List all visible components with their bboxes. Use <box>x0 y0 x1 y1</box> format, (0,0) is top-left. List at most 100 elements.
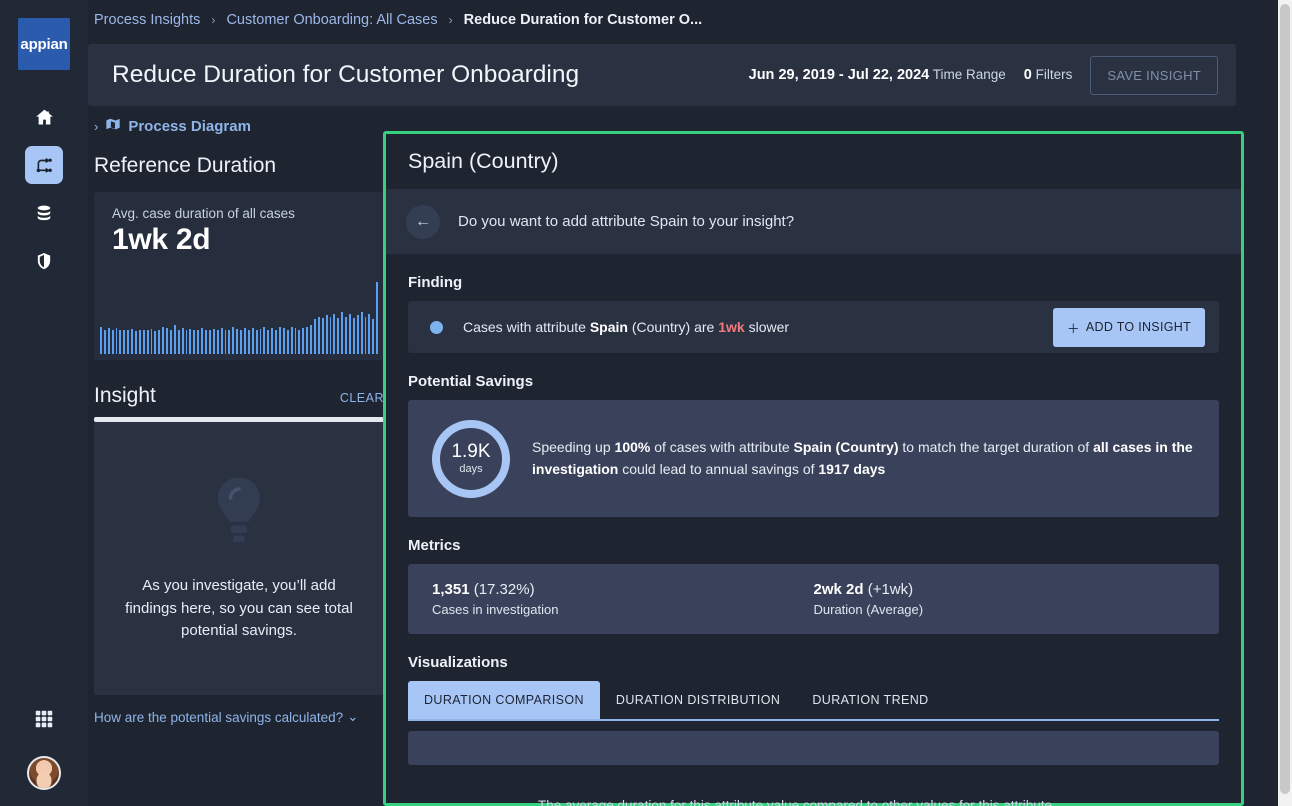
histogram-bar <box>349 313 351 354</box>
process-diagram-icon <box>105 116 121 136</box>
histogram-bar <box>100 326 102 354</box>
savings-b1: 100% <box>614 438 651 455</box>
savings-ring-value: 1.9K <box>451 440 491 462</box>
histogram-bar <box>302 328 305 354</box>
histogram-bar <box>232 326 235 354</box>
histogram-bar <box>306 326 309 354</box>
add-to-insight-label: ADD TO INSIGHT <box>1085 320 1191 334</box>
histogram-bar <box>271 328 274 354</box>
duration-histogram <box>100 282 379 354</box>
histogram-bar <box>325 315 328 354</box>
chevron-down-icon: ⌄ <box>347 709 359 724</box>
detail-body: Finding Cases with attribute Spain (Coun… <box>386 274 1241 765</box>
appian-logo[interactable]: appian <box>18 18 70 70</box>
histogram-bar <box>185 330 188 354</box>
histogram-bar <box>181 328 184 354</box>
histogram-bar <box>282 328 285 354</box>
histogram-bar <box>236 328 239 354</box>
histogram-bar <box>123 329 126 354</box>
avatar[interactable] <box>27 756 61 790</box>
detail-header: Spain (Country) <box>386 134 1241 189</box>
savings-b2: Spain (Country) <box>793 438 899 455</box>
plus-icon: ＋ <box>1067 321 1080 336</box>
app-root: appian Process Insights › Customer Onboa… <box>0 0 1292 806</box>
add-to-insight-button[interactable]: ＋ ADD TO INSIGHT <box>1053 307 1205 347</box>
histogram-bar <box>259 328 262 354</box>
histogram-bar <box>166 328 169 354</box>
histogram-bar <box>103 329 106 354</box>
histogram-bar <box>228 330 231 354</box>
histogram-bar <box>321 318 324 354</box>
clear-insight-button[interactable]: CLEAR <box>340 391 384 405</box>
histogram-bar <box>275 330 277 354</box>
histogram-bar <box>243 328 246 354</box>
histogram-bar <box>278 326 281 354</box>
tab-duration-distribution[interactable]: DURATION DISTRIBUTION <box>600 681 796 719</box>
savings-p2: of cases with attribute <box>650 438 794 455</box>
attribute-detail-panel: Spain (Country) ← Do you want to add att… <box>383 131 1244 806</box>
histogram-bar <box>368 313 371 354</box>
histogram-bar <box>341 312 344 354</box>
savings-p4: could lead to annual savings of <box>618 460 819 477</box>
insight-empty-text: As you investigate, you’ll add findings … <box>125 577 353 640</box>
left-nav-rail: appian <box>0 0 88 806</box>
breadcrumb-separator-icon: › <box>211 13 216 27</box>
back-arrow-icon[interactable]: ← <box>406 204 440 239</box>
page-scrollbar-thumb[interactable] <box>1280 4 1290 794</box>
histogram-bar <box>356 315 359 354</box>
rail-icon-list <box>25 98 63 280</box>
visualization-caption: The average duration for this attribute … <box>538 798 1053 806</box>
histogram-bar <box>193 329 196 354</box>
reference-duration-label: Avg. case duration of all cases <box>112 206 295 221</box>
insight-header: Insight CLEAR <box>94 384 384 408</box>
tab-duration-comparison[interactable]: DURATION COMPARISON <box>408 681 600 719</box>
breadcrumb-item-customer-onboarding[interactable]: Customer Onboarding: All Cases <box>226 12 437 28</box>
filters-control[interactable]: 0 Filters <box>1024 67 1073 83</box>
database-icon[interactable] <box>25 194 63 232</box>
histogram-bar <box>263 326 266 354</box>
metric-cases-label: Cases in investigation <box>432 602 559 617</box>
tab-duration-trend[interactable]: DURATION TREND <box>796 681 944 719</box>
finding-bullet-icon <box>430 320 443 334</box>
lightbulb-icon <box>209 474 269 551</box>
histogram-bar <box>212 328 215 354</box>
home-icon[interactable] <box>25 98 63 136</box>
time-range-label: Time Range <box>932 67 1006 82</box>
histogram-bar <box>337 318 340 354</box>
savings-calculation-link-label: How are the potential savings calculated… <box>94 709 344 725</box>
histogram-bar <box>150 328 153 354</box>
histogram-bar <box>313 319 316 354</box>
finding-suffix: slower <box>744 319 790 335</box>
process-diagram-toggle[interactable]: › Process Diagram <box>94 116 384 136</box>
histogram-bar <box>364 316 367 354</box>
savings-p3: to match the target duration of <box>898 438 1094 455</box>
potential-savings-card: 1.9K days Speeding up 100% of cases with… <box>408 400 1219 517</box>
insight-empty-state: As you investigate, you’ll add findings … <box>94 422 384 695</box>
histogram-bar <box>224 329 227 354</box>
left-column: › Process Diagram Reference Duration Avg… <box>94 116 384 727</box>
histogram-bar <box>197 330 200 354</box>
grid-apps-icon[interactable] <box>25 700 63 738</box>
histogram-bar <box>162 326 165 354</box>
breadcrumb-current: Reduce Duration for Customer O... <box>463 12 703 28</box>
finding-prefix: Cases with attribute <box>463 319 590 335</box>
time-range-control[interactable]: Jun 29, 2019 - Jul 22, 2024 Time Range <box>749 67 1006 83</box>
savings-ring-gauge: 1.9K days <box>432 419 510 498</box>
save-insight-button[interactable]: SAVE INSIGHT <box>1090 55 1218 95</box>
breadcrumb-item-process-insights[interactable]: Process Insights <box>94 12 200 28</box>
detail-question-text: Do you want to add attribute Spain to yo… <box>458 213 795 230</box>
histogram-bar <box>247 329 250 354</box>
process-icon[interactable] <box>25 146 63 184</box>
insight-title: Insight <box>94 384 156 407</box>
shield-icon[interactable] <box>25 242 63 280</box>
metric-duration: 2wk 2d (+1wk) Duration (Average) <box>814 581 1196 617</box>
savings-section-title: Potential Savings <box>408 373 534 390</box>
savings-calculation-link[interactable]: How are the potential savings calculated… <box>94 709 358 725</box>
histogram-bar <box>255 330 258 354</box>
page-scrollbar[interactable] <box>1278 0 1292 806</box>
breadcrumb: Process Insights › Customer Onboarding: … <box>94 12 702 28</box>
finding-attribute: Spain <box>589 319 628 335</box>
metric-cases: 1,351 (17.32%) Cases in investigation <box>432 581 814 617</box>
histogram-bar <box>115 328 118 354</box>
rail-bottom <box>25 700 63 806</box>
